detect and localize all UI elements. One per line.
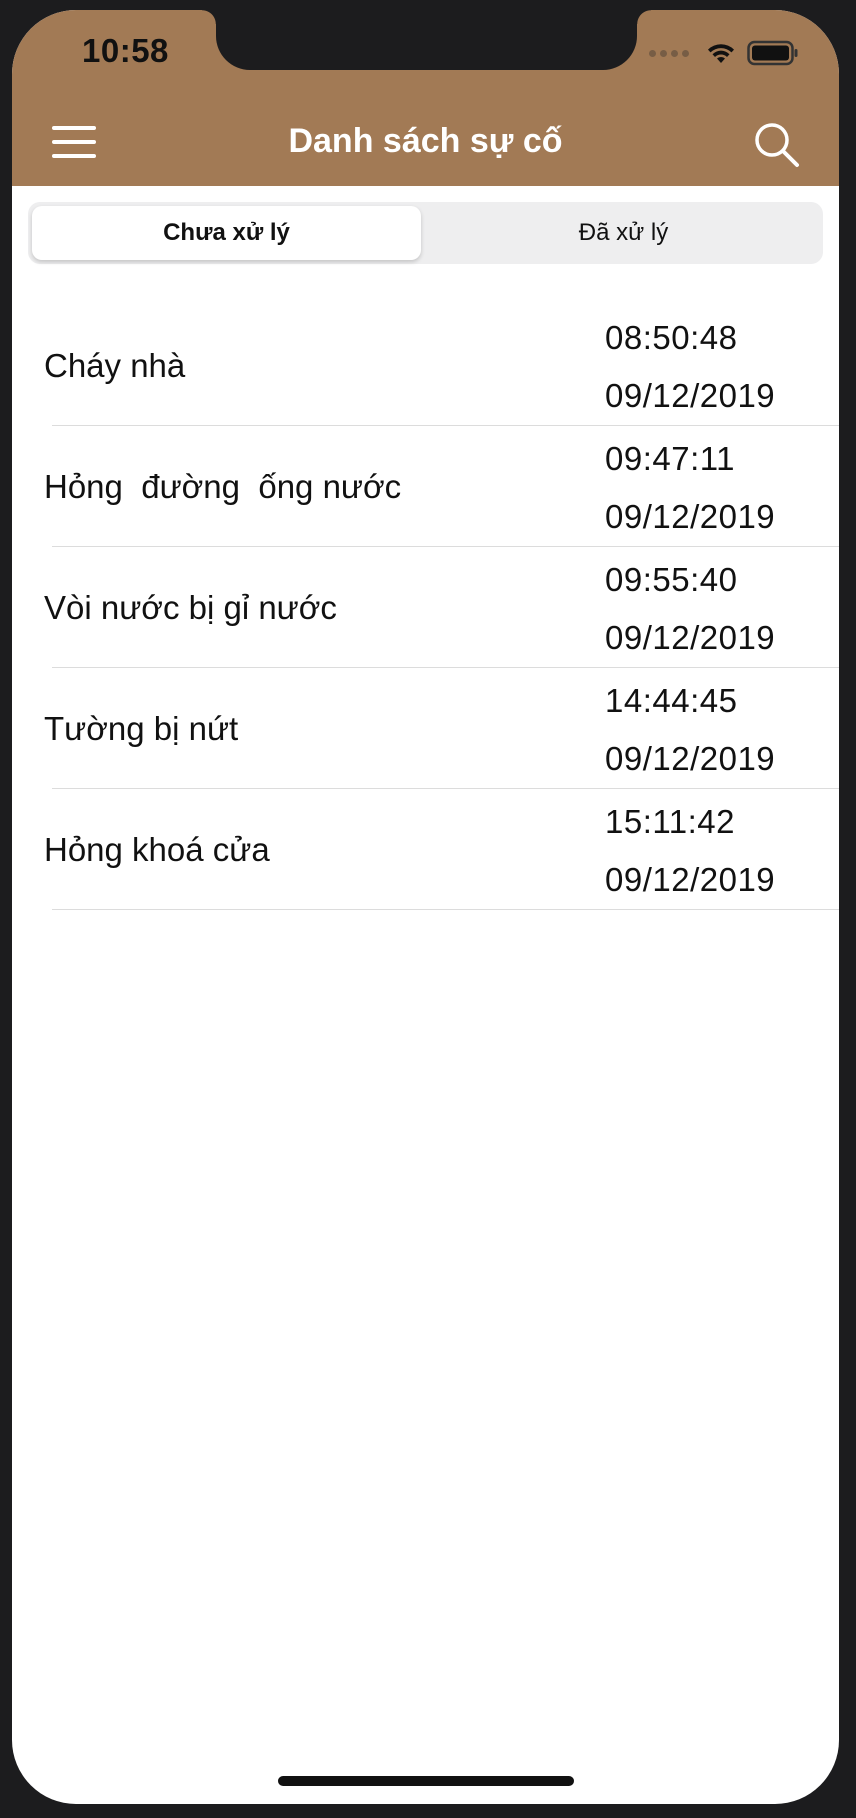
status-indicators xyxy=(649,40,799,66)
incident-date: 09/12/2019 xyxy=(605,740,776,777)
wifi-icon xyxy=(708,44,734,63)
incident-time: 09:55:40 xyxy=(605,561,738,598)
incident-name: Tường bị nứt xyxy=(44,710,239,747)
status-segmented-control: Chưa xử lý Đã xử lý xyxy=(28,202,823,264)
incident-name: Vòi nước bị gỉ nước xyxy=(44,589,337,626)
search-icon[interactable] xyxy=(754,122,800,168)
incident-name: Hỏng đường ống nước xyxy=(44,468,402,505)
incident-time: 08:50:48 xyxy=(605,319,738,356)
list-item[interactable]: Hỏng khoá cửa 15:11:42 09/12/2019 xyxy=(12,789,839,910)
list-item[interactable]: Cháy nhà 08:50:48 09/12/2019 xyxy=(12,305,839,426)
incident-time: 09:47:11 xyxy=(605,440,736,477)
incident-date: 09/12/2019 xyxy=(605,377,776,414)
home-indicator[interactable] xyxy=(278,1776,574,1786)
tab-unprocessed[interactable]: Chưa xử lý xyxy=(32,206,421,260)
navigation-bar: 10:58 Danh sách sự cố xyxy=(12,10,839,186)
page-title: Danh sách sự cố xyxy=(288,122,563,160)
incident-date: 09/12/2019 xyxy=(605,498,776,535)
tab-processed[interactable]: Đã xử lý xyxy=(429,206,818,260)
incident-date: 09/12/2019 xyxy=(605,619,776,656)
incident-time: 15:11:42 xyxy=(605,803,736,840)
battery-icon xyxy=(747,40,798,66)
incident-time: 14:44:45 xyxy=(605,682,738,719)
device-notch xyxy=(202,10,651,70)
incident-date: 09/12/2019 xyxy=(605,861,776,898)
incident-name: Hỏng khoá cửa xyxy=(44,831,270,868)
incident-name: Cháy nhà xyxy=(44,347,186,384)
status-time: 10:58 xyxy=(82,32,169,69)
incident-list: Cháy nhà 08:50:48 09/12/2019 Hỏng đường … xyxy=(12,305,839,910)
app-screen: 10:58 Danh sách sự cố Chưa xử lý Đã xử l… xyxy=(12,10,839,1804)
list-item[interactable]: Tường bị nứt 14:44:45 09/12/2019 xyxy=(12,668,839,789)
list-item[interactable]: Hỏng đường ống nước 09:47:11 09/12/2019 xyxy=(12,426,839,547)
list-item[interactable]: Vòi nước bị gỉ nước 09:55:40 09/12/2019 xyxy=(12,547,839,668)
cellular-signal-icon xyxy=(649,49,689,57)
row-separator xyxy=(52,908,839,910)
